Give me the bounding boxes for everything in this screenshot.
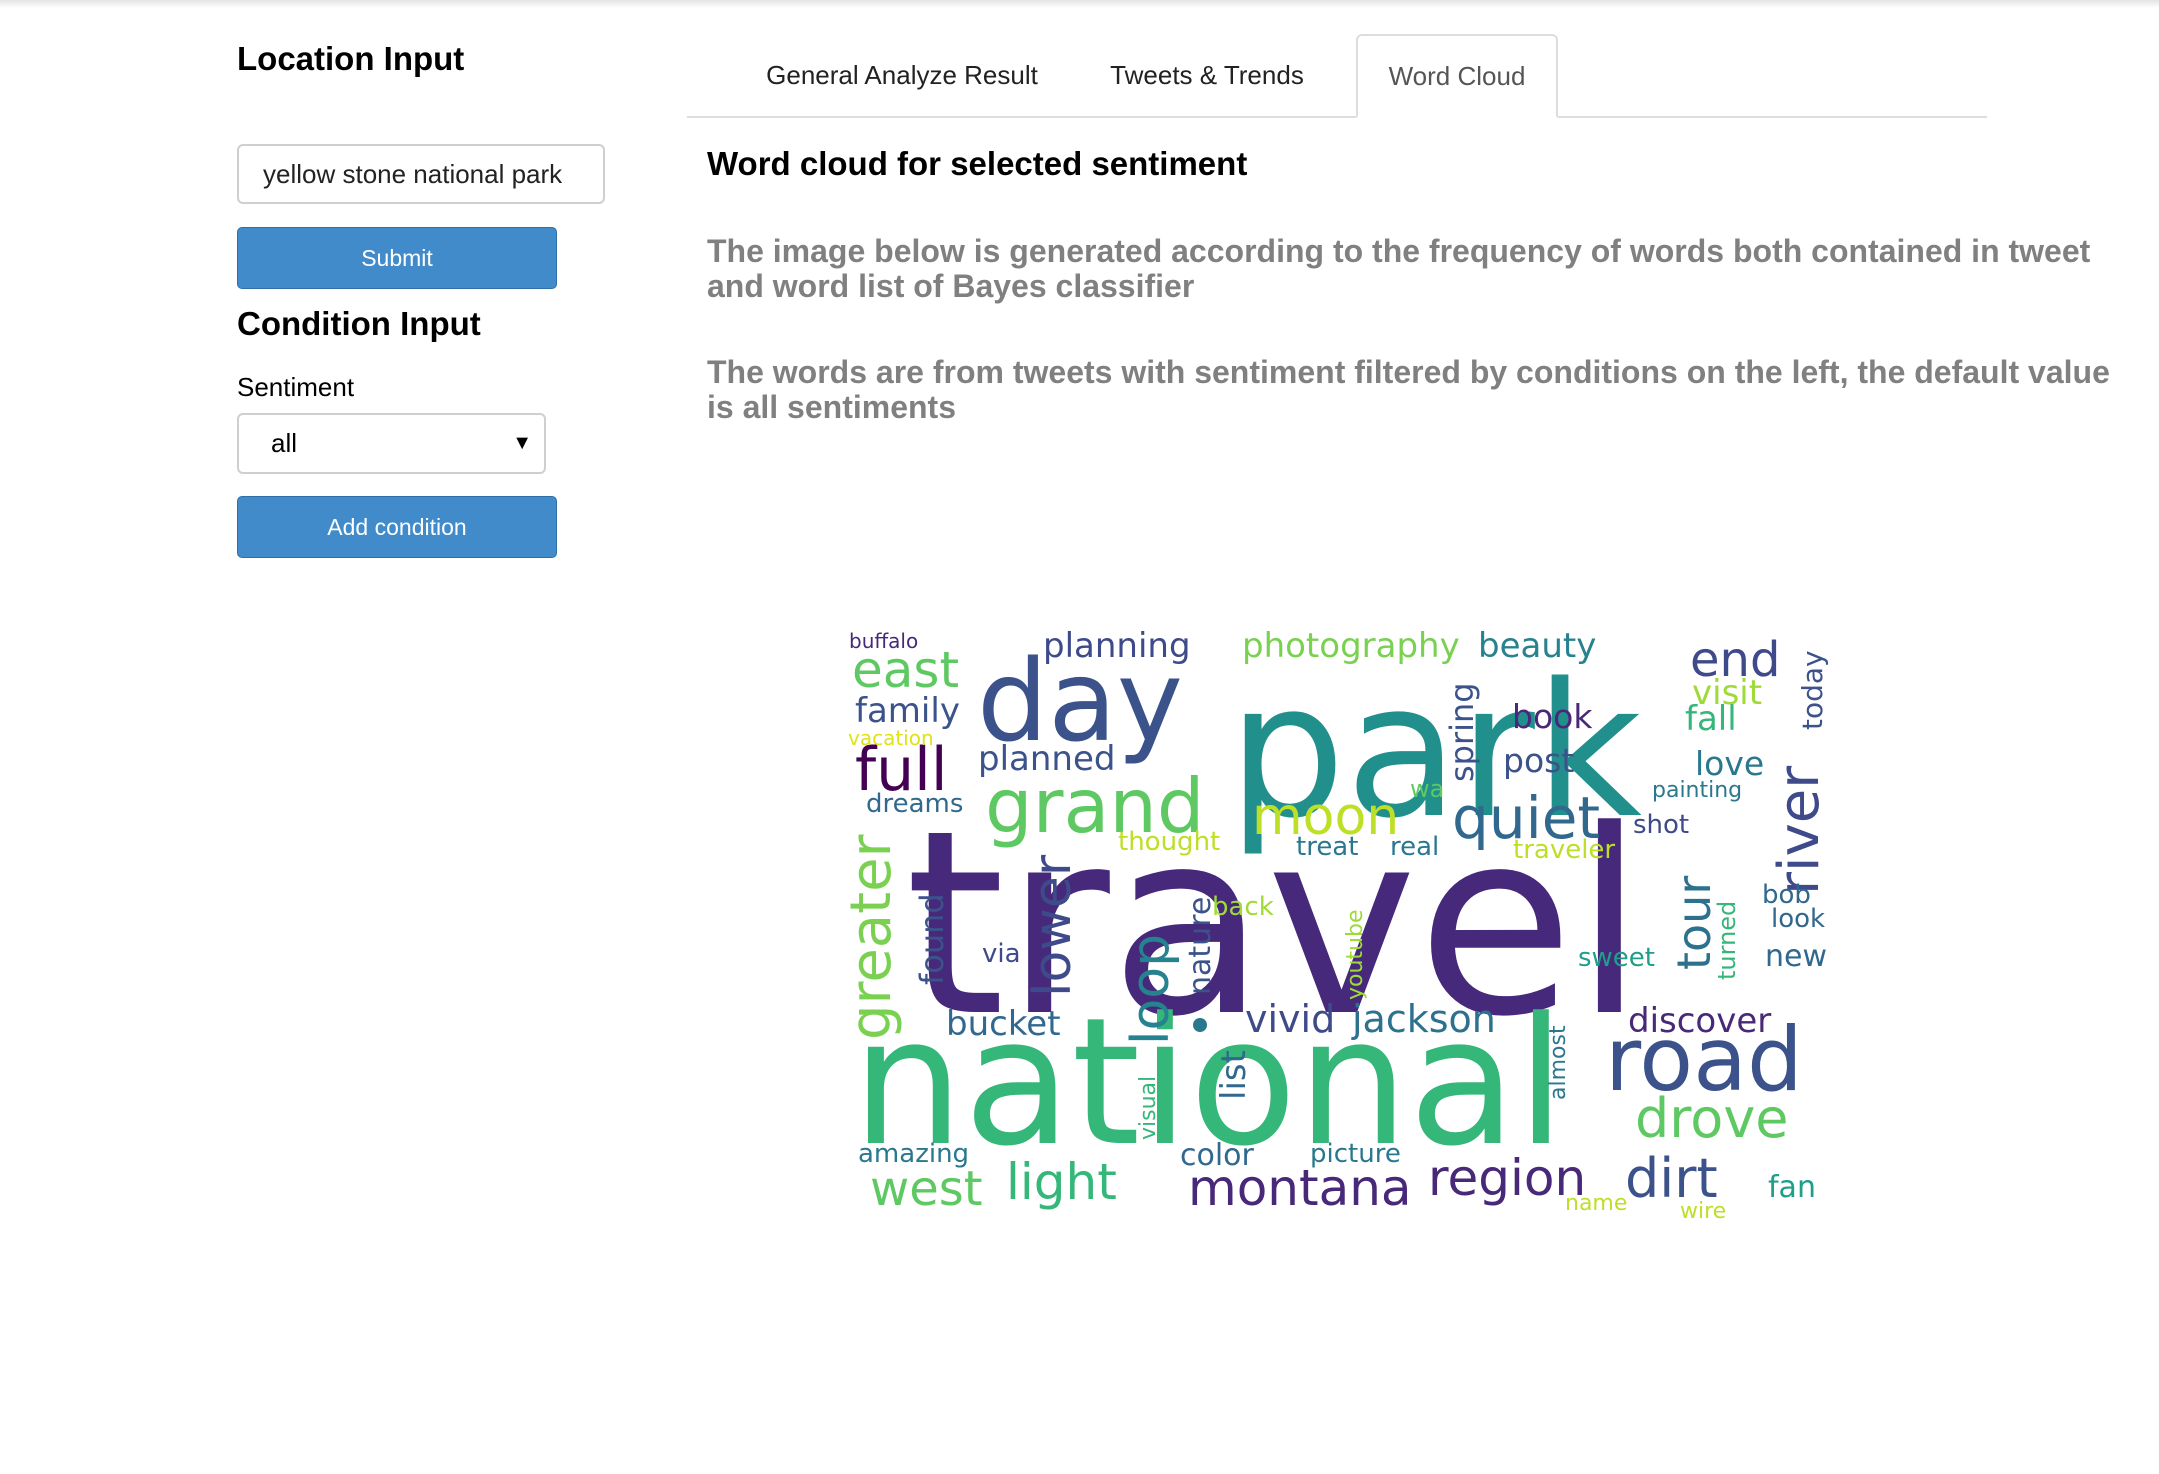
word-photography: photography xyxy=(1242,626,1460,666)
description-filter: The words are from tweets with sentiment… xyxy=(707,354,2110,425)
word-found: found xyxy=(913,893,951,985)
word-dreams: dreams xyxy=(866,789,963,819)
word-treat: treat xyxy=(1296,832,1358,862)
word-sweet: sweet xyxy=(1578,943,1655,973)
word-loop: loop xyxy=(1121,934,1181,1045)
tab-bar: General Analyze Result Tweets & Trends W… xyxy=(687,34,1987,118)
word-via: via xyxy=(982,939,1021,969)
submit-button[interactable]: Submit xyxy=(237,227,557,289)
word-real: real xyxy=(1390,832,1439,862)
sentiment-label: Sentiment xyxy=(237,372,355,402)
word-drove: drove xyxy=(1635,1087,1789,1150)
word-color: color xyxy=(1180,1138,1255,1173)
word-west: west xyxy=(870,1161,983,1217)
word-bob: bob xyxy=(1762,880,1811,910)
location-heading: Location Input xyxy=(237,40,465,77)
word-amazing: amazing xyxy=(858,1139,969,1169)
word-region: region xyxy=(1428,1149,1586,1207)
word-vacation: vacation xyxy=(848,726,934,750)
tab-general-analyze-result[interactable]: General Analyze Result xyxy=(737,34,1067,116)
top-shadow xyxy=(0,0,2159,8)
word-river: river xyxy=(1767,765,1832,895)
cloud-dot xyxy=(1193,1018,1207,1032)
word-wa: wa xyxy=(1410,775,1444,803)
word-painting: painting xyxy=(1652,778,1742,803)
tab-tweets-trends[interactable]: Tweets & Trends xyxy=(1087,34,1327,116)
word-turned: turned xyxy=(1713,901,1741,980)
word-book: book xyxy=(1512,697,1593,736)
word-fan: fan xyxy=(1768,1170,1816,1205)
word-cloud-image: travel national park day road grand grea… xyxy=(840,626,1832,1224)
word-family: family xyxy=(855,691,960,731)
word-post: post xyxy=(1503,741,1574,780)
word-thought: thought xyxy=(1118,827,1220,857)
location-input[interactable] xyxy=(237,144,605,204)
word-picture: picture xyxy=(1310,1139,1401,1169)
word-planning: planning xyxy=(1043,626,1191,666)
caret-down-icon: ▼ xyxy=(512,432,532,454)
word-shot: shot xyxy=(1633,810,1689,840)
word-jackson: jackson xyxy=(1351,997,1496,1041)
word-list: list xyxy=(1214,1050,1254,1100)
word-almost: almost xyxy=(1546,1025,1571,1100)
tab-word-cloud[interactable]: Word Cloud xyxy=(1356,34,1558,118)
word-light: light xyxy=(1006,1153,1117,1211)
word-greater: greater xyxy=(840,833,904,1040)
word-name: name xyxy=(1565,1191,1627,1216)
word-today: today xyxy=(1796,650,1829,730)
sentiment-select[interactable]: all ▼ xyxy=(237,413,546,474)
word-lower: lower xyxy=(1023,854,1083,997)
content-title: Word cloud for selected sentiment xyxy=(707,145,1248,182)
word-new: new xyxy=(1765,939,1827,974)
word-vivid: vivid xyxy=(1245,997,1335,1041)
word-spring: spring xyxy=(1443,682,1481,782)
word-visual: visual xyxy=(1136,1076,1161,1140)
word-buffalo: buffalo xyxy=(849,629,918,653)
sentiment-selected-value: all xyxy=(271,428,298,458)
word-bucket: bucket xyxy=(946,1004,1061,1044)
word-planned: planned xyxy=(978,739,1115,779)
description-frequency: The image below is generated according t… xyxy=(707,233,2091,304)
word-wire: wire xyxy=(1680,1199,1726,1224)
condition-heading: Condition Input xyxy=(237,305,481,342)
word-traveler: traveler xyxy=(1513,835,1615,865)
word-fall: fall xyxy=(1685,699,1737,739)
word-youtube: youtube xyxy=(1343,910,1368,1001)
word-discover: discover xyxy=(1628,1001,1771,1041)
word-back: back xyxy=(1212,892,1274,922)
word-beauty: beauty xyxy=(1478,626,1596,666)
add-condition-button[interactable]: Add condition xyxy=(237,496,557,558)
